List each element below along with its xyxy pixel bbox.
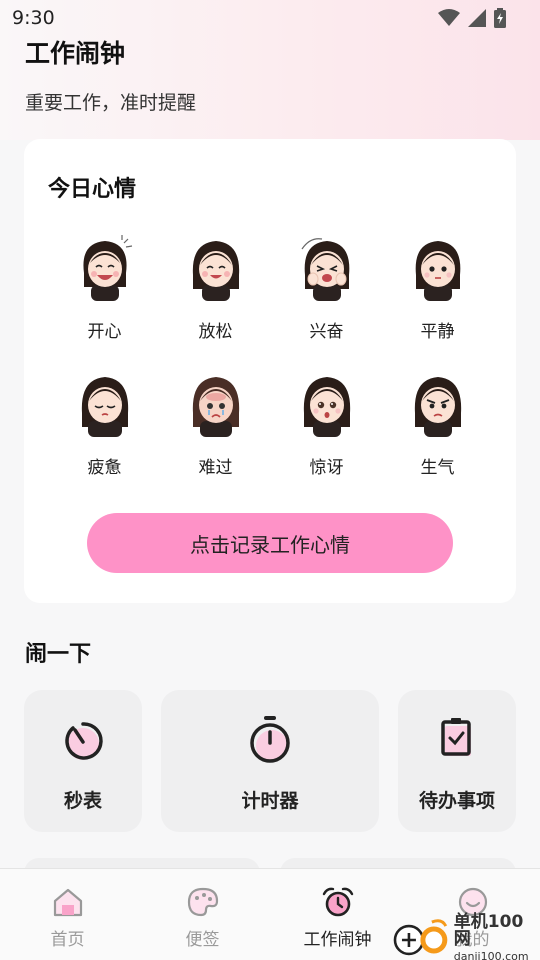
mood-label: 兴奋 <box>309 322 344 342</box>
mood-card-title: 今日心情 <box>48 177 137 202</box>
surprised-face-icon <box>303 377 350 437</box>
nav-label: 工作闹钟 <box>303 930 372 950</box>
stopwatch-icon <box>65 722 103 760</box>
tool-label: 待办事项 <box>418 790 495 812</box>
watermark: 单机100网 danji100.com <box>392 912 540 960</box>
page-subtitle: 重要工作，准时提醒 <box>25 92 197 114</box>
nav-home[interactable]: 首页 <box>0 869 135 960</box>
mood-label: 平静 <box>420 322 455 342</box>
mood-card: 今日心情 开心 放松 兴奋 平静 疲惫 难过 惊讶 生气 点击记录工作心情 <box>24 139 516 603</box>
excited-face-icon <box>301 238 349 301</box>
mood-label: 难过 <box>198 458 233 478</box>
mood-label: 放松 <box>198 322 233 342</box>
mood-item-sad[interactable]: 难过 <box>160 371 271 487</box>
tool-label: 秒表 <box>63 790 102 812</box>
watermark-logo-icon <box>393 919 448 956</box>
tools-section-title: 闹一下 <box>25 642 92 667</box>
mood-label: 生气 <box>420 458 455 478</box>
angry-face-icon <box>414 377 461 437</box>
mood-label: 疲惫 <box>87 458 122 478</box>
status-time: 9:30 <box>12 7 55 29</box>
happy-face-icon <box>82 235 132 301</box>
nav-work-alarm[interactable]: 工作闹钟 <box>270 869 405 960</box>
watermark-url: danji100.com <box>453 950 529 960</box>
nav-label: 便签 <box>185 930 220 950</box>
record-mood-button[interactable]: 点击记录工作心情 <box>87 513 453 573</box>
timer-card[interactable]: 计时器 <box>161 690 379 832</box>
mood-item-happy[interactable]: 开心 <box>49 235 160 351</box>
mood-label: 开心 <box>87 322 122 342</box>
mood-item-excited[interactable]: 兴奋 <box>271 235 382 351</box>
status-bar: 9:30 <box>0 0 540 36</box>
relaxed-face-icon <box>192 241 239 301</box>
nav-label: 首页 <box>50 930 85 950</box>
mood-item-calm[interactable]: 平静 <box>382 235 493 351</box>
stopwatch-card[interactable]: 秒表 <box>24 690 142 832</box>
alarm-clock-icon <box>322 887 353 917</box>
sad-face-icon <box>192 377 239 437</box>
mood-item-relaxed[interactable]: 放松 <box>160 235 271 351</box>
calm-face-icon <box>415 241 460 301</box>
home-icon <box>53 888 82 917</box>
battery-icon <box>494 8 506 28</box>
mood-item-surprised[interactable]: 惊讶 <box>271 371 382 487</box>
palette-icon <box>187 887 218 917</box>
mood-grid: 开心 放松 兴奋 平静 疲惫 难过 惊讶 生气 <box>49 235 493 487</box>
todo-card[interactable]: 待办事项 <box>398 690 516 832</box>
nav-notes[interactable]: 便签 <box>135 869 270 960</box>
todo-clipboard-icon <box>441 718 471 756</box>
mood-item-angry[interactable]: 生气 <box>382 371 493 487</box>
mood-item-tired[interactable]: 疲惫 <box>49 371 160 487</box>
tired-face-icon <box>81 377 128 437</box>
tool-label: 计时器 <box>241 790 299 812</box>
wifi-icon <box>438 9 460 26</box>
signal-icon <box>468 9 486 27</box>
watermark-text: 单机100网 <box>453 912 524 949</box>
mood-label: 惊讶 <box>309 458 344 478</box>
page-title: 工作闹钟 <box>25 39 126 68</box>
timer-icon <box>250 716 290 763</box>
